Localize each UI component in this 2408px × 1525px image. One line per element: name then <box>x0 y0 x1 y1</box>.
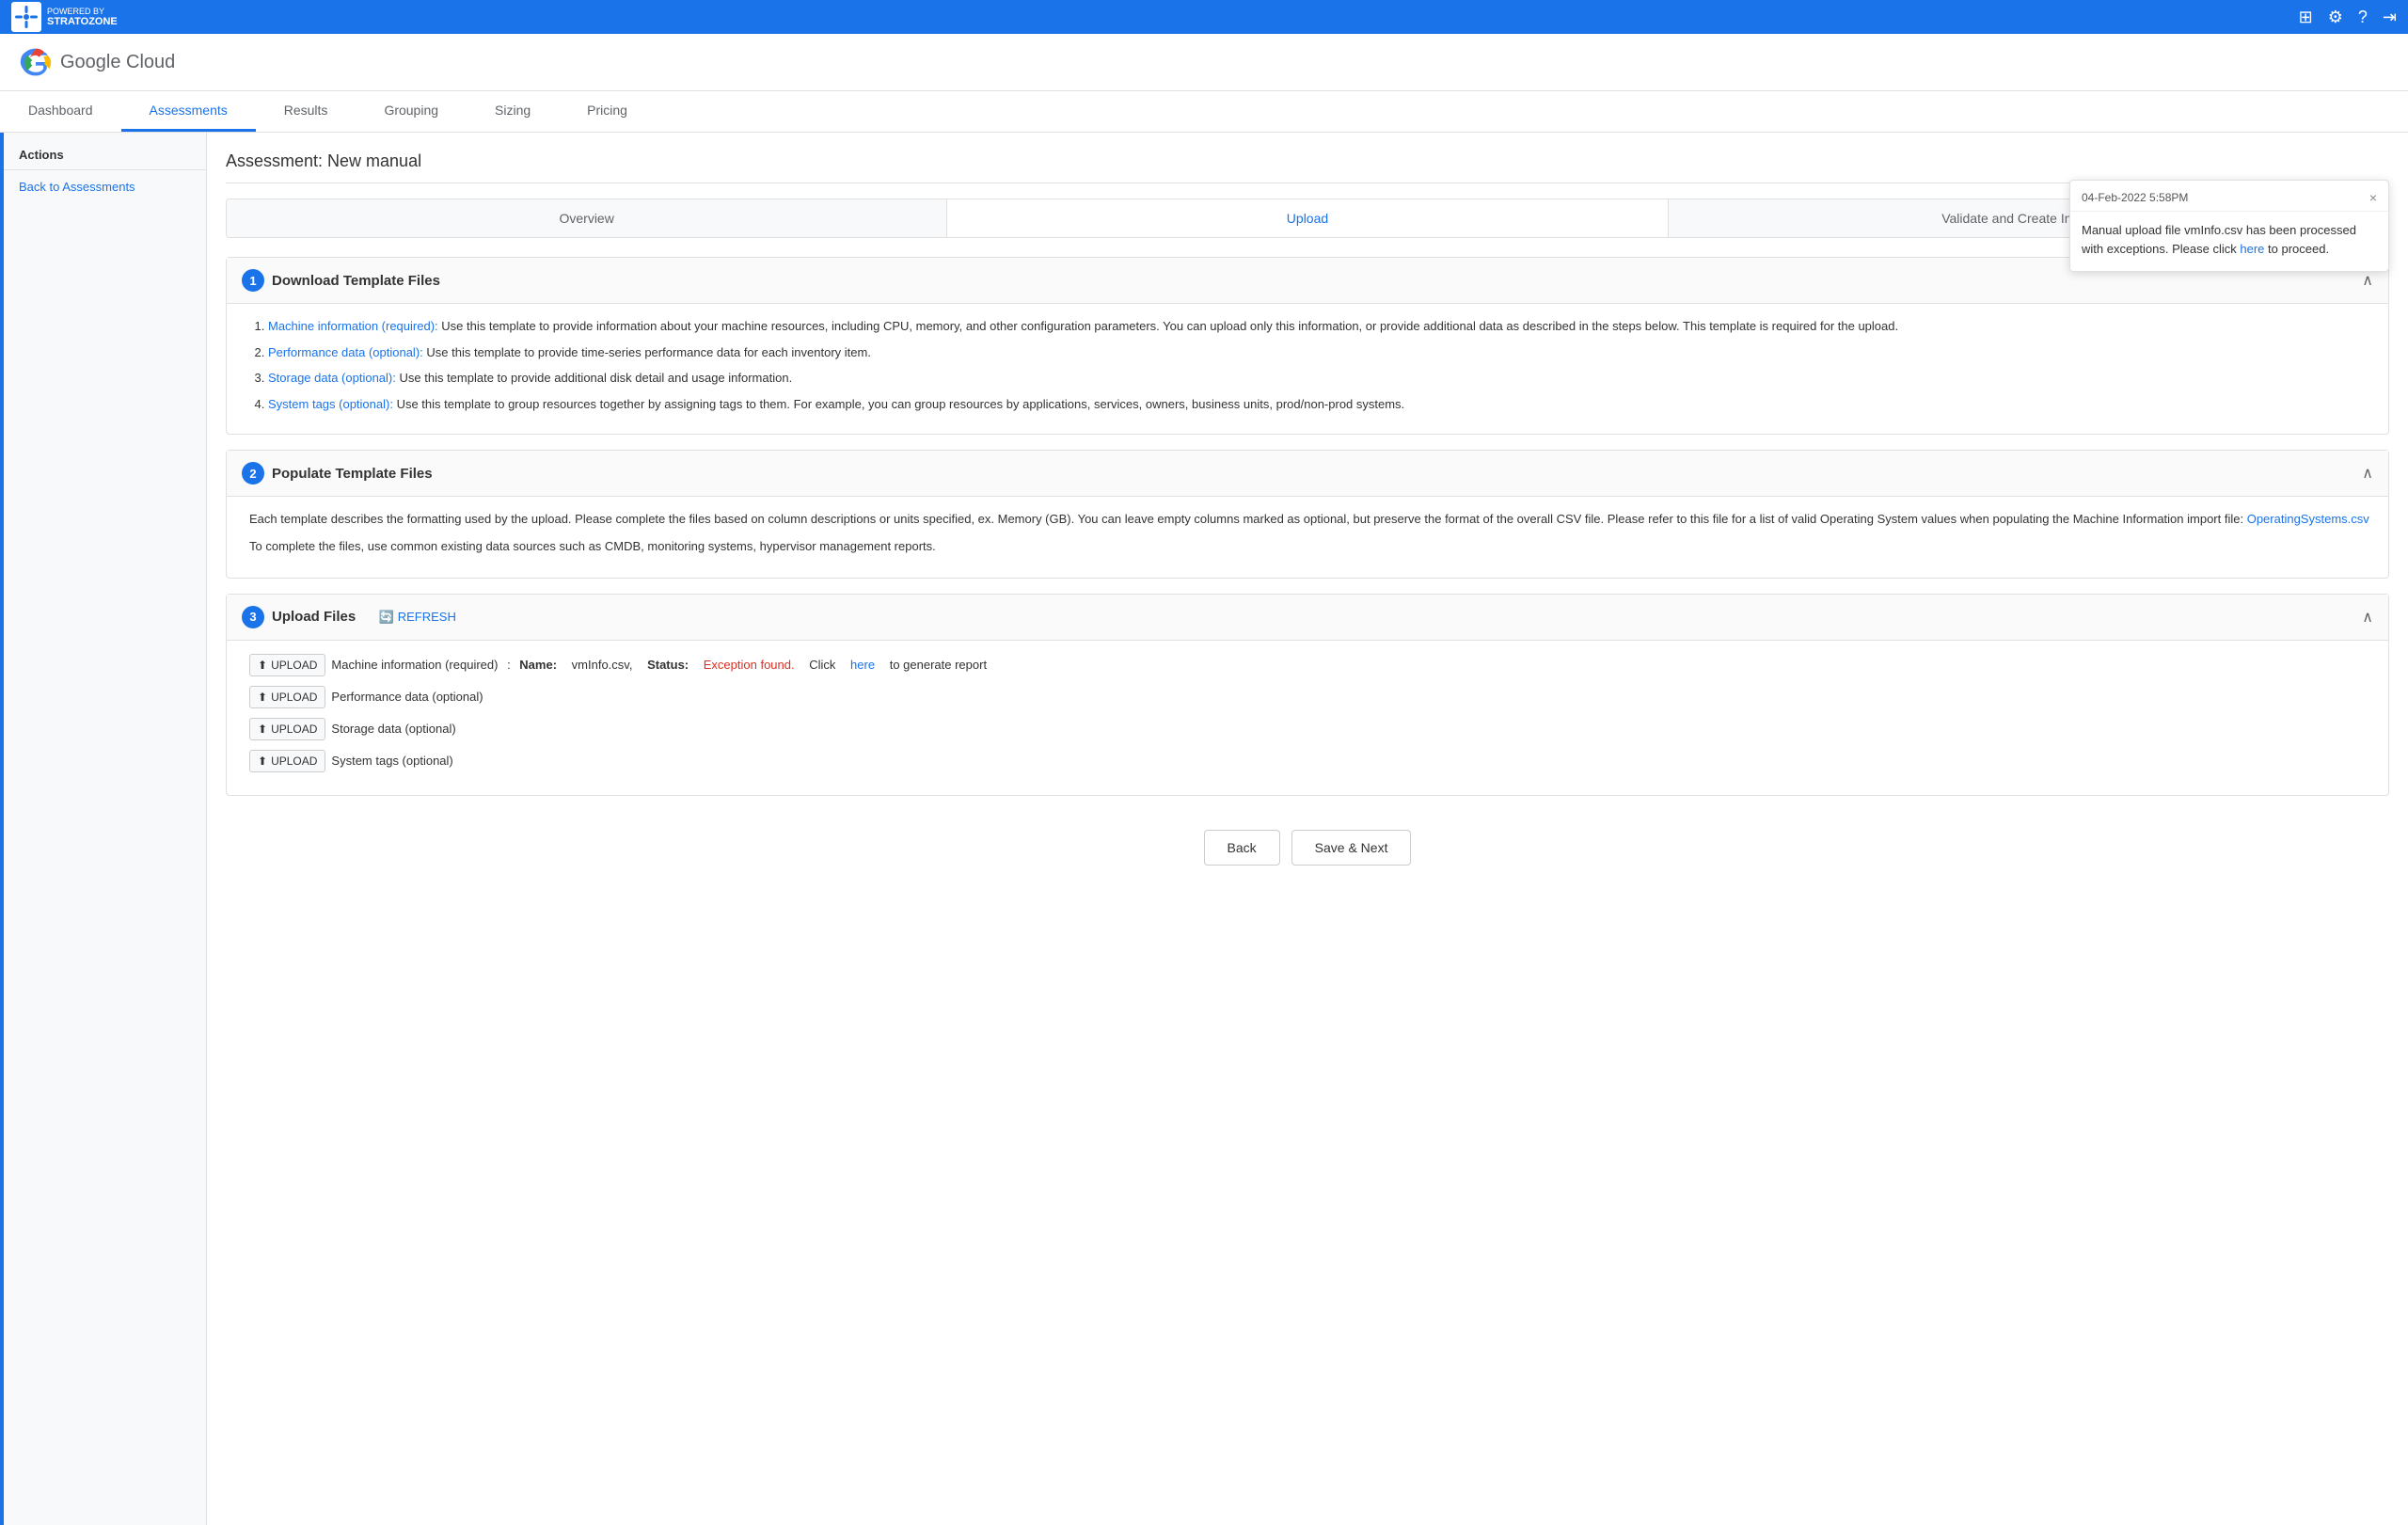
section-download-body: Machine information (required): Use this… <box>227 304 2388 434</box>
save-next-button[interactable]: Save & Next <box>1291 830 1412 866</box>
tab-sizing[interactable]: Sizing <box>467 91 559 132</box>
top-bar-left: POWERED BY STRATOZONE <box>11 2 118 32</box>
back-button[interactable]: Back <box>1204 830 1280 866</box>
section-populate-header: 2 Populate Template Files ∧ <box>227 451 2388 497</box>
notification-popup: 04-Feb-2022 5:58PM × Manual upload file … <box>2069 180 2389 272</box>
populate-para1: Each template describes the formatting u… <box>249 510 2373 530</box>
settings-icon[interactable]: ⚙ <box>2328 8 2343 27</box>
bottom-actions: Back Save & Next <box>226 811 2389 875</box>
sidebar-item-back-to-assessments[interactable]: Back to Assessments <box>0 170 206 203</box>
upload-row-tags: ⬆ UPLOAD System tags (optional) <box>249 750 2373 772</box>
upload-icon: ⬆ <box>258 755 267 768</box>
notification-close-button[interactable]: × <box>2369 190 2377 205</box>
section-populate-body: Each template describes the formatting u… <box>227 497 2388 578</box>
refresh-icon: 🔄 <box>379 610 394 625</box>
section-populate: 2 Populate Template Files ∧ Each templat… <box>226 450 2389 579</box>
list-item: Machine information (required): Use this… <box>268 317 2373 336</box>
populate-para2: To complete the files, use common existi… <box>249 537 2373 557</box>
stratozone-logo-icon <box>11 2 41 32</box>
section-download-header: 1 Download Template Files ∧ <box>227 258 2388 304</box>
storage-data-link[interactable]: Storage data (optional): <box>268 371 396 385</box>
upload-row-performance: ⬆ UPLOAD Performance data (optional) <box>249 686 2373 708</box>
performance-data-link[interactable]: Performance data (optional): <box>268 345 423 359</box>
nav-tabs: Dashboard Assessments Results Grouping S… <box>0 91 2408 133</box>
sidebar: Actions Back to Assessments <box>0 133 207 1525</box>
name-label: Name: <box>519 658 557 672</box>
sub-tabs: Overview Upload Validate and Create Inve… <box>226 199 2389 238</box>
sub-tab-overview[interactable]: Overview <box>227 199 947 237</box>
upload-row-machine: ⬆ UPLOAD Machine information (required) … <box>249 654 2373 676</box>
sidebar-active-bar <box>0 133 4 1525</box>
upload-storage-button[interactable]: ⬆ UPLOAD <box>249 718 325 740</box>
operating-systems-link[interactable]: OperatingSystems.csv <box>2247 512 2369 526</box>
section-download: 1 Download Template Files ∧ Machine info… <box>226 257 2389 435</box>
tab-assessments[interactable]: Assessments <box>121 91 256 132</box>
main-layout: Actions Back to Assessments 04-Feb-2022 … <box>0 133 2408 1525</box>
sidebar-section-title: Actions <box>0 133 206 170</box>
tab-dashboard[interactable]: Dashboard <box>0 91 121 132</box>
name-value: vmInfo.csv, <box>572 658 633 672</box>
tab-grouping[interactable]: Grouping <box>356 91 467 132</box>
list-item: System tags (optional): Use this templat… <box>268 395 2373 414</box>
upload-icon: ⬆ <box>258 723 267 736</box>
section-populate-toggle[interactable]: ∧ <box>2362 464 2373 483</box>
tab-pricing[interactable]: Pricing <box>559 91 656 132</box>
assessment-title: Assessment: New manual <box>226 151 2389 183</box>
status-badge: Exception found. <box>704 658 795 672</box>
header: Google Cloud <box>0 34 2408 91</box>
section-upload: 3 Upload Files 🔄 REFRESH ∧ ⬆ UPLOAD <box>226 594 2389 796</box>
logout-icon[interactable]: ⇥ <box>2383 8 2397 27</box>
section-populate-num: 2 <box>242 462 264 485</box>
upload-icon: ⬆ <box>258 659 267 672</box>
stratozone-logo: POWERED BY STRATOZONE <box>11 2 118 32</box>
upload-performance-button[interactable]: ⬆ UPLOAD <box>249 686 325 708</box>
upload-row-storage: ⬆ UPLOAD Storage data (optional) <box>249 718 2373 740</box>
stratozone-logo-text: POWERED BY STRATOZONE <box>47 7 118 27</box>
top-bar-right: ⊞ ⚙ ? ⇥ <box>2299 8 2397 27</box>
status-label: Status: <box>647 658 689 672</box>
notification-body: Manual upload file vmInfo.csv has been p… <box>2070 212 2388 271</box>
machine-info-link[interactable]: Machine information (required): <box>268 319 438 333</box>
exception-here-link[interactable]: here <box>850 658 875 672</box>
content-area: 04-Feb-2022 5:58PM × Manual upload file … <box>207 133 2408 1525</box>
google-cloud-logo: Google Cloud <box>19 45 175 79</box>
section-download-toggle[interactable]: ∧ <box>2362 271 2373 290</box>
notification-message-end: to proceed. <box>2268 242 2329 256</box>
section-upload-toggle[interactable]: ∧ <box>2362 608 2373 627</box>
upload-tags-button[interactable]: ⬆ UPLOAD <box>249 750 325 772</box>
upload-machine-button[interactable]: ⬆ UPLOAD <box>249 654 325 676</box>
section-upload-num: 3 <box>242 606 264 628</box>
top-bar: POWERED BY STRATOZONE ⊞ ⚙ ? ⇥ <box>0 0 2408 34</box>
system-tags-link[interactable]: System tags (optional): <box>268 397 393 411</box>
notification-header: 04-Feb-2022 5:58PM × <box>2070 181 2388 212</box>
section-upload-title: 3 Upload Files 🔄 REFRESH <box>242 606 456 628</box>
google-cloud-text: Google Cloud <box>60 52 175 73</box>
section-download-title: 1 Download Template Files <box>242 269 440 292</box>
refresh-button[interactable]: 🔄 REFRESH <box>379 610 456 625</box>
section-upload-body: ⬆ UPLOAD Machine information (required) … <box>227 641 2388 795</box>
help-icon[interactable]: ? <box>2358 8 2368 27</box>
upload-icon: ⬆ <box>258 691 267 704</box>
section-populate-title: 2 Populate Template Files <box>242 462 433 485</box>
list-item: Storage data (optional): Use this templa… <box>268 369 2373 388</box>
list-item: Performance data (optional): Use this te… <box>268 343 2373 362</box>
section-download-num: 1 <box>242 269 264 292</box>
tab-results[interactable]: Results <box>256 91 356 132</box>
notification-timestamp: 04-Feb-2022 5:58PM <box>2082 191 2188 204</box>
sub-tab-upload[interactable]: Upload <box>947 199 1668 237</box>
grid-icon[interactable]: ⊞ <box>2299 8 2313 27</box>
google-cloud-icon <box>19 45 53 79</box>
section-upload-header: 3 Upload Files 🔄 REFRESH ∧ <box>227 595 2388 641</box>
notification-here-link[interactable]: here <box>2240 242 2264 256</box>
